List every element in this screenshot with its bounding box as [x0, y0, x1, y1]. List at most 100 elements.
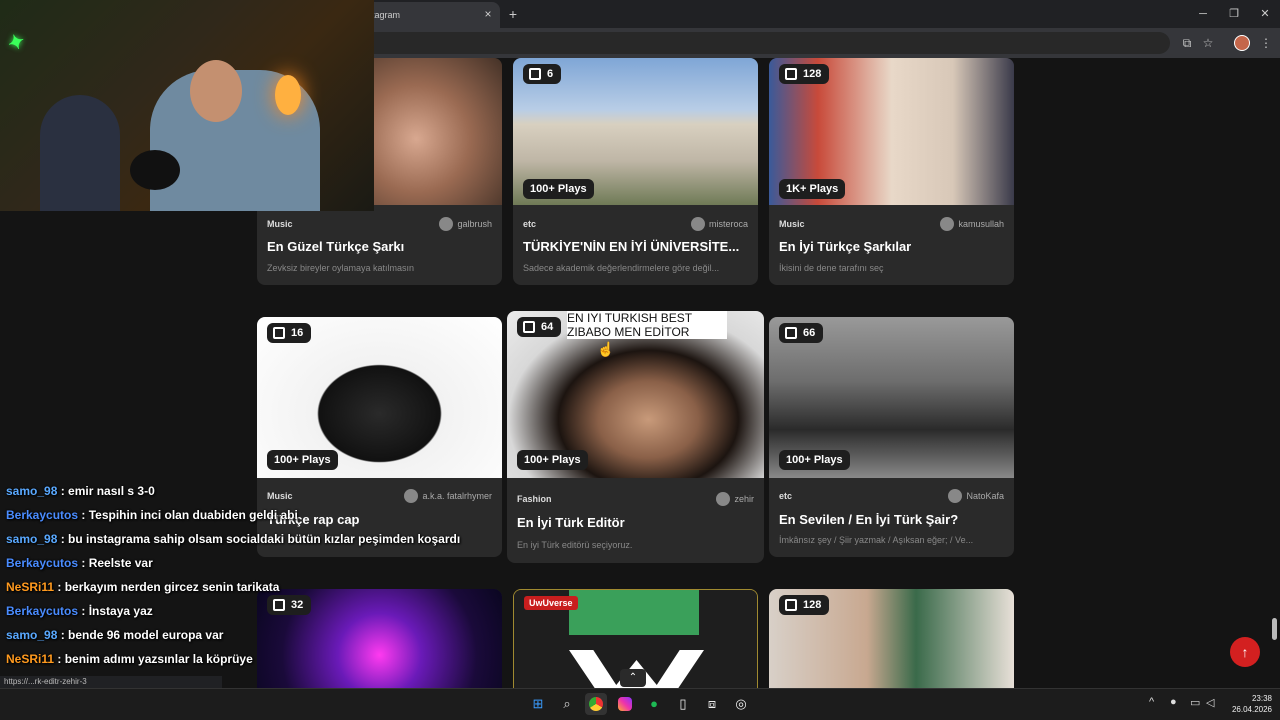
browser-tab[interactable]: tagram — [360, 2, 500, 28]
user-avatar-icon — [690, 217, 705, 231]
restore-button[interactable]: ❐ — [1219, 4, 1249, 24]
card-category: Music — [779, 219, 805, 229]
cards-icon — [785, 68, 797, 80]
capcut-icon[interactable]: ⧈ — [701, 693, 723, 715]
chat-username: NeSRi11 — [6, 580, 55, 594]
question-count-badge: 66 — [779, 323, 824, 343]
webcam-overlay: ✦ — [0, 0, 374, 211]
scrollbar-thumb[interactable] — [1272, 618, 1277, 640]
status-bar-url: https://...rk-editr-zehir-3 — [0, 676, 222, 688]
question-count: 6 — [547, 68, 554, 80]
chat-message: Berkaycutos : Reelste var — [6, 556, 153, 570]
microphone-tray-icon[interactable]: ● — [1170, 696, 1177, 708]
card-author[interactable]: zehir — [716, 492, 754, 506]
windows-taskbar — [0, 688, 1280, 720]
close-window-button[interactable]: ✕ — [1250, 4, 1280, 24]
volume-icon[interactable]: ◁ — [1206, 696, 1214, 709]
card-description: En iyi Türk editörü seçiyoruz. — [517, 540, 633, 550]
logo-green-block — [569, 590, 699, 635]
mouse-cursor-icon: ☝ — [597, 341, 615, 357]
page-scrollbar[interactable] — [1270, 60, 1278, 686]
chat-username: Berkaycutos — [6, 556, 79, 570]
lamp-light — [275, 75, 301, 115]
scroll-to-top-button[interactable]: ↑ — [1230, 637, 1260, 667]
chat-username: samo_98 — [6, 532, 58, 546]
card-category: etc — [779, 491, 793, 501]
question-count: 128 — [803, 599, 822, 611]
translate-icon[interactable]: ⧉ — [1178, 34, 1196, 52]
neon-sign-decoration: ✦ — [4, 29, 29, 57]
card-title: En İyi Türk Editör — [517, 515, 625, 530]
profile-avatar[interactable] — [1234, 35, 1250, 51]
plays-badge: 100+ Plays — [523, 179, 594, 199]
quiz-card[interactable]: 128 1K+ Plays Music kamusullah En İyi Tü… — [769, 58, 1014, 285]
instagram-icon[interactable] — [614, 693, 636, 715]
card-author[interactable]: kamusullah — [940, 217, 1004, 231]
minimize-button[interactable]: ─ — [1188, 4, 1218, 24]
chat-message: NeSRi11 : berkayım nerden gircez senin t… — [6, 580, 279, 594]
network-icon[interactable]: ▭ — [1190, 696, 1200, 709]
cards-icon — [529, 68, 541, 80]
question-count-badge: 128 — [779, 595, 830, 615]
card-category: Music — [267, 219, 293, 229]
microphone-icon — [130, 150, 180, 190]
card-title: TÜRKİYE'NİN EN İYİ ÜNİVERSİTE... — [523, 239, 740, 254]
search-icon[interactable]: ⌕ — [556, 693, 578, 715]
chat-message: samo_98 : bende 96 model europa var — [6, 628, 223, 642]
user-avatar-icon — [716, 492, 731, 506]
question-count-badge: 16 — [267, 323, 312, 343]
file-icon[interactable]: ▯ — [672, 693, 694, 715]
face-shape — [190, 60, 242, 122]
author-name: misteroca — [708, 219, 748, 229]
author-name: galbrush — [457, 219, 492, 229]
user-avatar-icon — [439, 217, 454, 231]
quiz-card[interactable]: 66 100+ Plays etc NatoKafa En Sevilen / … — [769, 317, 1014, 557]
clock-time: 23:38 — [1251, 694, 1272, 703]
card-category: Fashion — [517, 494, 552, 504]
card-author[interactable]: galbrush — [439, 217, 492, 231]
system-clock[interactable]: 23:38 26.04.2026 — [1222, 693, 1272, 715]
cards-icon — [785, 327, 797, 339]
obs-icon[interactable]: ◎ — [730, 693, 752, 715]
chat-text: : Tespihin inci olan duabiden geldi abi — [78, 508, 298, 522]
quiz-card[interactable]: 6 100+ Plays etc misteroca TÜRKİYE'NİN E… — [513, 58, 758, 285]
question-count: 66 — [803, 327, 816, 339]
tab-close-icon[interactable]: × — [480, 6, 496, 22]
thumbnail-caption: EN IYI TURKISH BEST ZIBABO MEN EDİTOR — [567, 311, 727, 339]
chat-message: samo_98 : emir nasıl s 3-0 — [6, 484, 155, 498]
question-count-badge: 128 — [779, 64, 830, 84]
card-title: En Sevilen / En İyi Türk Şair? — [779, 512, 959, 527]
chat-text: : emir nasıl s 3-0 — [57, 484, 155, 498]
chat-message: Berkaycutos : Tespihin inci olan duabide… — [6, 508, 298, 522]
browser-menu-icon[interactable]: ⋮ — [1257, 34, 1275, 52]
tray-chevron-icon[interactable]: ^ — [1149, 696, 1154, 708]
address-bar[interactable] — [340, 32, 1170, 54]
quiz-card[interactable]: 128 — [769, 589, 1014, 688]
chat-text: : bu instagrama sahip olsam socialdaki b… — [57, 532, 461, 546]
bookmark-star-icon[interactable]: ☆ — [1199, 34, 1217, 52]
chat-message: Berkaycutos : İnstaya yaz — [6, 604, 153, 618]
question-count: 64 — [541, 321, 554, 333]
card-author[interactable]: NatoKafa — [948, 489, 1004, 503]
card-author[interactable]: a.k.a. fatalrhymer — [404, 489, 492, 503]
author-name: kamusullah — [958, 219, 1004, 229]
card-category: etc — [523, 219, 537, 229]
chrome-icon[interactable] — [585, 693, 607, 715]
cards-icon — [273, 327, 285, 339]
author-name: zehir — [734, 494, 754, 504]
quiz-card-hovered[interactable]: EN IYI TURKISH BEST ZIBABO MEN EDİTOR 64… — [507, 311, 764, 563]
cards-icon — [785, 599, 797, 611]
card-title: Türkçe rap cap — [267, 512, 360, 527]
clock-date: 26.04.2026 — [1231, 705, 1272, 714]
uwuverse-badge: UwUverse — [524, 596, 578, 610]
windows-start-icon[interactable]: ⊞ — [527, 693, 549, 715]
card-title: En İyi Türkçe Şarkılar — [779, 239, 912, 254]
chevron-up-icon[interactable]: ⌃ — [620, 669, 646, 687]
chat-message: NeSRi11 : benim adımı yazsınlar la köprü… — [6, 652, 253, 666]
chat-text: : berkayım nerden gircez senin tarikata — [54, 580, 280, 594]
spotify-icon[interactable]: ● — [643, 693, 665, 715]
new-tab-icon[interactable]: + — [504, 5, 522, 23]
chat-username: Berkaycutos — [6, 604, 79, 618]
card-author[interactable]: misteroca — [690, 217, 748, 231]
chat-text: : Reelste var — [78, 556, 153, 570]
